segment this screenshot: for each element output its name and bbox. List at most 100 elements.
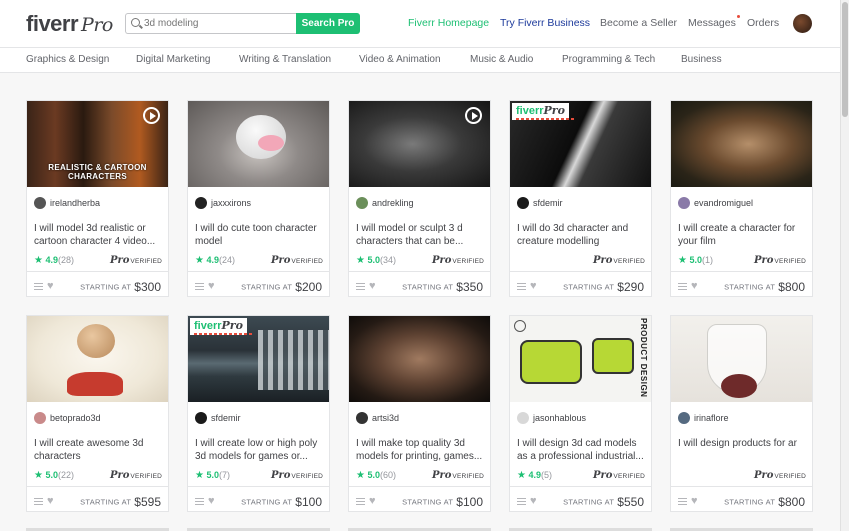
- gig-price[interactable]: STARTING AT $800: [724, 493, 805, 511]
- gig-title[interactable]: I will model or sculpt 3 d characters th…: [356, 222, 486, 248]
- gig-title[interactable]: I will do cute toon character model: [195, 222, 325, 248]
- fiverr-pro-logo[interactable]: fiverr Pro: [26, 11, 113, 37]
- heart-icon[interactable]: ♥: [208, 279, 215, 293]
- seller-info[interactable]: sfdemir: [517, 197, 563, 211]
- category-music-audio[interactable]: Music & Audio: [470, 54, 533, 65]
- badge-logo-text: fiverr: [194, 320, 222, 332]
- gig-price[interactable]: STARTING AT $100: [402, 493, 483, 511]
- collections-menu-icon[interactable]: [34, 283, 43, 290]
- gig-thumbnail[interactable]: [671, 101, 812, 187]
- collections-menu-icon[interactable]: [34, 498, 43, 505]
- gig-thumbnail[interactable]: [349, 101, 490, 187]
- collections-menu-icon[interactable]: [195, 498, 204, 505]
- pro-label: Pro: [109, 255, 130, 266]
- gig-card[interactable]: REALISTIC & CARTOON CHARACTERS irelandhe…: [26, 100, 169, 297]
- seller-info[interactable]: andrekling: [356, 197, 414, 211]
- gig-rating: ★ 5.0(1): [678, 255, 713, 266]
- nav-orders[interactable]: Orders: [747, 17, 779, 29]
- heart-icon[interactable]: ♥: [530, 494, 537, 508]
- gig-card[interactable]: andrekling I will model or sculpt 3 d ch…: [348, 100, 491, 297]
- starting-at-label: STARTING AT: [563, 497, 615, 507]
- play-icon[interactable]: [143, 107, 160, 124]
- page-scrollbar[interactable]: [840, 0, 849, 531]
- collections-menu-icon[interactable]: [195, 283, 204, 290]
- seller-info[interactable]: artsi3d: [356, 412, 399, 426]
- gig-card[interactable]: artsi3d I will make top quality 3d model…: [348, 315, 491, 512]
- collections-menu-icon[interactable]: [678, 283, 687, 290]
- gig-thumbnail[interactable]: fiverrPro: [188, 316, 329, 402]
- pro-verified-badge: ProVERIFIED: [593, 255, 645, 266]
- heart-icon[interactable]: ♥: [208, 494, 215, 508]
- nav-become-a-seller[interactable]: Become a Seller: [600, 17, 677, 29]
- heart-icon[interactable]: ♥: [691, 279, 698, 293]
- scrollbar-thumb[interactable]: [842, 2, 848, 117]
- gig-price[interactable]: STARTING AT $100: [241, 493, 322, 511]
- gig-price[interactable]: STARTING AT $300: [80, 278, 161, 296]
- heart-icon[interactable]: ♥: [47, 494, 54, 508]
- gig-card[interactable]: PRODUCT DESIGN jasonhablous I will desig…: [509, 315, 652, 512]
- heart-icon[interactable]: ♥: [530, 279, 537, 293]
- gig-price[interactable]: STARTING AT $290: [563, 278, 644, 296]
- gig-title[interactable]: I will model 3d realistic or cartoon cha…: [34, 222, 164, 248]
- seller-info[interactable]: jaxxxirons: [195, 197, 251, 211]
- gig-price[interactable]: STARTING AT $550: [563, 493, 644, 511]
- nav-fiverr-homepage[interactable]: Fiverr Homepage: [408, 17, 489, 29]
- gig-title[interactable]: I will create awesome 3d characters: [34, 437, 164, 463]
- gig-price[interactable]: STARTING AT $350: [402, 278, 483, 296]
- search-pro-button[interactable]: Search Pro: [296, 13, 360, 34]
- category-graphics-design[interactable]: Graphics & Design: [26, 54, 109, 65]
- gig-card[interactable]: irinaflore I will design products for ar…: [670, 315, 813, 512]
- star-icon: ★: [195, 255, 204, 266]
- gig-thumbnail[interactable]: PRODUCT DESIGN: [510, 316, 651, 402]
- nav-messages[interactable]: Messages: [688, 15, 740, 29]
- user-avatar[interactable]: [793, 14, 812, 33]
- gig-thumbnail[interactable]: REALISTIC & CARTOON CHARACTERS: [27, 101, 168, 187]
- search-input[interactable]: [125, 13, 297, 34]
- category-programming-tech[interactable]: Programming & Tech: [562, 54, 655, 65]
- pro-verified-badge: ProVERIFIED: [110, 255, 162, 266]
- category-digital-marketing[interactable]: Digital Marketing: [136, 54, 210, 65]
- seller-info[interactable]: irelandherba: [34, 197, 100, 211]
- heart-icon[interactable]: ♥: [369, 494, 376, 508]
- heart-icon[interactable]: ♥: [47, 279, 54, 293]
- gig-thumbnail[interactable]: [671, 316, 812, 402]
- collections-menu-icon[interactable]: [517, 498, 526, 505]
- gig-price[interactable]: STARTING AT $800: [724, 278, 805, 296]
- category-business[interactable]: Business: [681, 54, 722, 65]
- gig-card[interactable]: fiverrPro sfdemir I will create low or h…: [187, 315, 330, 512]
- collections-menu-icon[interactable]: [356, 283, 365, 290]
- gig-thumbnail[interactable]: [188, 101, 329, 187]
- seller-info[interactable]: irinaflore: [678, 412, 729, 426]
- price-value: $800: [778, 279, 805, 294]
- collections-menu-icon[interactable]: [356, 498, 365, 505]
- seller-info[interactable]: jasonhablous: [517, 412, 586, 426]
- gig-thumbnail[interactable]: [349, 316, 490, 402]
- gig-title[interactable]: I will create low or high poly 3d models…: [195, 437, 325, 463]
- seller-info[interactable]: betoprado3d: [34, 412, 101, 426]
- gig-card[interactable]: fiverrPro sfdemir I will do 3d character…: [509, 100, 652, 297]
- collections-menu-icon[interactable]: [678, 498, 687, 505]
- seller-info[interactable]: evandromiguel: [678, 197, 753, 211]
- gig-title[interactable]: I will do 3d character and creature mode…: [517, 222, 647, 248]
- category-writing-translation[interactable]: Writing & Translation: [239, 54, 331, 65]
- gig-title[interactable]: I will design 3d cad models as a profess…: [517, 437, 647, 463]
- gig-title[interactable]: I will create a character for your film: [678, 222, 808, 248]
- play-icon[interactable]: [465, 107, 482, 124]
- seller-info[interactable]: sfdemir: [195, 412, 241, 426]
- gig-price[interactable]: STARTING AT $595: [80, 493, 161, 511]
- gig-title[interactable]: I will design products for ar: [678, 437, 808, 463]
- heart-icon[interactable]: ♥: [691, 494, 698, 508]
- gig-card[interactable]: betoprado3d I will create awesome 3d cha…: [26, 315, 169, 512]
- nav-try-fiverr-business[interactable]: Try Fiverr Business: [500, 17, 590, 29]
- heart-icon[interactable]: ♥: [369, 279, 376, 293]
- gig-thumbnail[interactable]: [27, 316, 168, 402]
- gig-title[interactable]: I will make top quality 3d models for pr…: [356, 437, 486, 463]
- category-video-animation[interactable]: Video & Animation: [359, 54, 441, 65]
- gig-price[interactable]: STARTING AT $200: [241, 278, 322, 296]
- gig-thumbnail[interactable]: fiverrPro: [510, 101, 651, 187]
- gig-card[interactable]: evandromiguel I will create a character …: [670, 100, 813, 297]
- card-divider: [510, 271, 651, 272]
- collections-menu-icon[interactable]: [517, 283, 526, 290]
- verified-label: VERIFIED: [291, 258, 323, 265]
- gig-card[interactable]: jaxxxirons I will do cute toon character…: [187, 100, 330, 297]
